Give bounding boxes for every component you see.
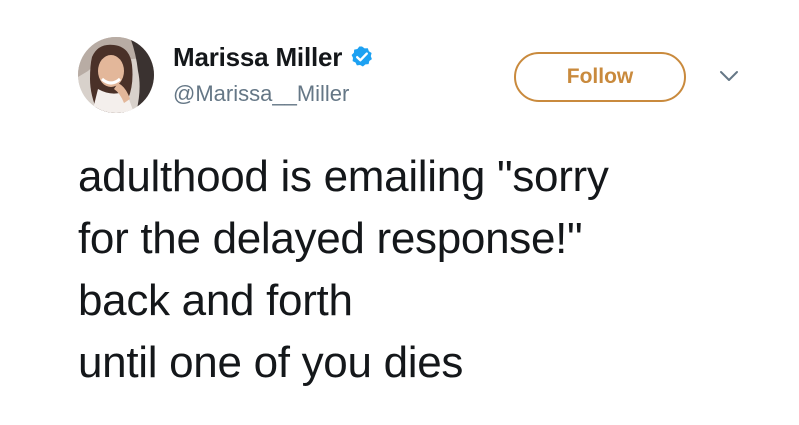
- author-display-name[interactable]: Marissa Miller: [173, 40, 342, 74]
- profile-photo-icon: [78, 37, 154, 113]
- tweet-text-line: adulthood is emailing "sorry: [78, 152, 609, 201]
- author-handle[interactable]: @Marissa__Miller: [173, 80, 349, 108]
- avatar[interactable]: [78, 37, 154, 113]
- tweet-text-line: back and forth: [78, 276, 353, 325]
- author-name-row: Marissa Miller: [173, 40, 374, 74]
- verified-badge-icon: [350, 45, 374, 69]
- tweet-text-line: until one of you dies: [78, 338, 464, 387]
- tweet-card: Marissa Miller @Marissa__Miller Follow a…: [0, 0, 799, 425]
- tweet-text: adulthood is emailing "sorry for the del…: [78, 146, 778, 394]
- chevron-down-icon[interactable]: [718, 68, 740, 84]
- tweet-text-line: for the delayed response!": [78, 214, 583, 263]
- follow-button[interactable]: Follow: [514, 52, 686, 102]
